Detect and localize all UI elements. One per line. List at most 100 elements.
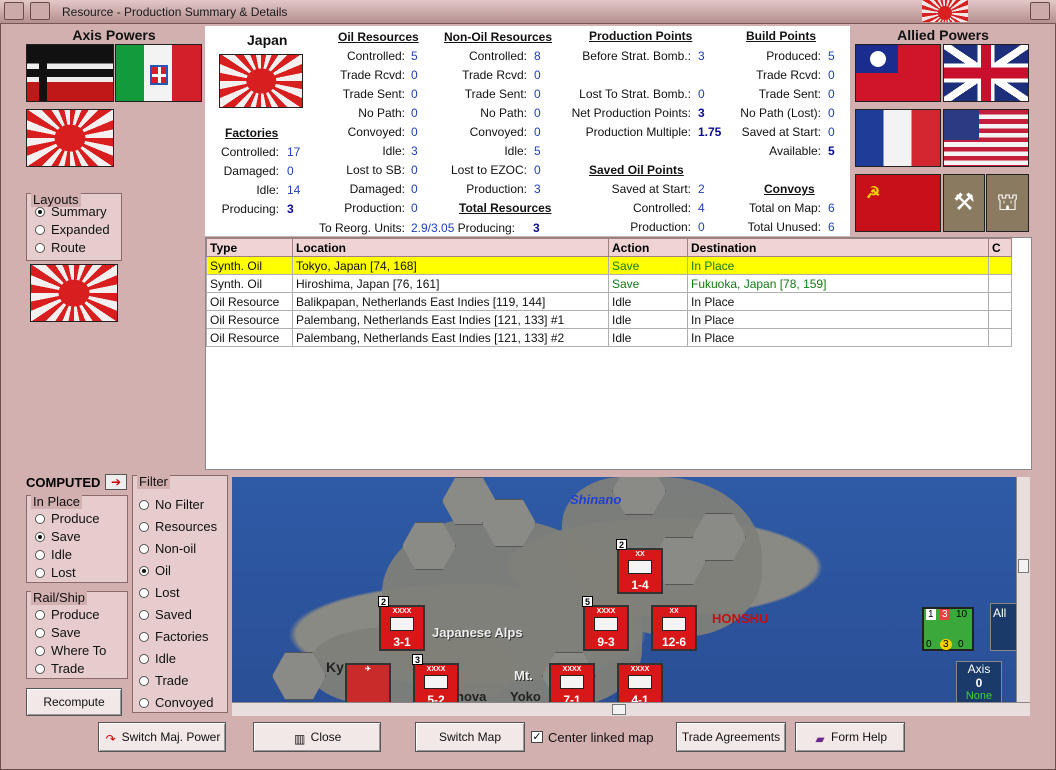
cell-action[interactable]: Idle	[608, 328, 688, 347]
col-type-header[interactable]: Type	[206, 238, 293, 257]
map-vertical-scroll-thumb[interactable]	[1018, 559, 1029, 573]
filter-radio-trade[interactable]: Trade	[139, 673, 188, 688]
filter-radio-convoyed[interactable]: Convoyed	[139, 695, 214, 710]
map-unit-counter[interactable]: 2 XX 1-4	[616, 539, 663, 594]
map-label-shinano: Shinano	[570, 492, 622, 507]
rail-where-to-radio[interactable]: Where To	[35, 643, 106, 658]
layout-expanded-radio[interactable]: Expanded	[35, 222, 110, 237]
italy-flag-icon[interactable]	[115, 44, 202, 102]
france-flag-icon[interactable]	[855, 109, 941, 167]
filter-radio-oil[interactable]: Oil	[139, 563, 171, 578]
build-row-value: 0	[828, 87, 835, 101]
filter-radio-non-oil[interactable]: Non-oil	[139, 541, 196, 556]
rail-produce-radio[interactable]: Produce	[35, 607, 99, 622]
filter-radio-lost[interactable]: Lost	[139, 585, 180, 600]
allied-air-unit-counter[interactable]: 1 3 10 0 3 0	[922, 607, 974, 651]
convoys-unused-value: 6	[828, 220, 835, 234]
rail-trade-radio[interactable]: Trade	[35, 661, 84, 676]
in-place-lost-radio[interactable]: Lost	[35, 565, 76, 580]
map-unit-counter[interactable]: 2 XXXX 3-1	[378, 596, 425, 651]
allied-info-box: All	[990, 603, 1017, 651]
in-place-idle-radio[interactable]: Idle	[35, 547, 72, 562]
cell-action[interactable]: Idle	[608, 292, 688, 311]
close-button[interactable]: ▥ Close	[253, 722, 381, 752]
rail-save-radio[interactable]: Save	[35, 625, 81, 640]
map-unit-counter[interactable]: 3 XXXX 5-2	[412, 654, 459, 702]
title-bar: Resource - Production Summary & Details	[0, 0, 1056, 24]
filter-radio-saved[interactable]: Saved	[139, 607, 192, 622]
map-label-ky: Ky	[326, 659, 344, 675]
cell-destination[interactable]: In Place	[687, 328, 989, 347]
cell-c	[988, 274, 1012, 293]
cell-destination[interactable]: In Place	[687, 256, 989, 275]
filter-radio-factories[interactable]: Factories	[139, 629, 208, 644]
center-linked-map-checkbox[interactable]: ✓	[531, 731, 543, 743]
cell-location: Balikpapan, Netherlands East Indies [119…	[292, 292, 609, 311]
factories-producing-label: Producing:	[221, 202, 279, 216]
filter-radio-resources[interactable]: Resources	[139, 519, 217, 534]
map-unit-counter[interactable]: XXXX 4-1	[617, 663, 663, 702]
map-air-unit-counter[interactable]: ✈	[345, 663, 391, 702]
japan-flag-icon[interactable]	[26, 109, 114, 167]
table-row[interactable]: Synth. Oil Tokyo, Japan [74, 168] Save I…	[206, 256, 1012, 275]
trade-agreements-button[interactable]: Trade Agreements	[676, 722, 786, 752]
cell-location: Tokyo, Japan [74, 168]	[292, 256, 609, 275]
cell-destination[interactable]: In Place	[687, 310, 989, 329]
col-destination-header[interactable]: Destination	[687, 238, 989, 257]
map-unit-counter[interactable]: 5 XXXX 9-3	[582, 596, 629, 651]
nonoil-row-value: 0	[534, 106, 541, 120]
table-row[interactable]: Synth. Oil Hiroshima, Japan [76, 161] Sa…	[206, 274, 1012, 293]
oil-row-value: 0	[411, 125, 418, 139]
oil-derrick-icon[interactable]: ⛫	[986, 174, 1029, 232]
usa-flag-icon[interactable]	[943, 109, 1029, 167]
layout-route-radio[interactable]: Route	[35, 240, 86, 255]
cell-action[interactable]: Idle	[608, 310, 688, 329]
mining-tools-icon[interactable]: ⚒	[943, 174, 985, 232]
table-row[interactable]: Oil Resource Palembang, Netherlands East…	[206, 310, 1012, 329]
total-producing-label: Producing:	[457, 221, 515, 235]
col-location-header[interactable]: Location	[292, 238, 609, 257]
map-unit-counter[interactable]: XX 12-6	[651, 605, 697, 651]
form-help-button[interactable]: ▰ Form Help	[795, 722, 905, 752]
layout-summary-radio[interactable]: Summary	[35, 204, 107, 219]
cell-action[interactable]: Save	[608, 256, 688, 275]
switch-major-power-button[interactable]: ↷ Switch Maj. Power	[98, 722, 226, 752]
computed-arrow-button[interactable]: ➔	[105, 474, 127, 490]
cell-destination[interactable]: Fukuoka, Japan [78, 159]	[687, 274, 989, 293]
china-flag-icon[interactable]	[855, 44, 941, 102]
build-row-label: Produced:	[766, 49, 821, 63]
map-label-honshu: HONSHU	[712, 611, 769, 626]
recompute-button[interactable]: Recompute	[26, 688, 122, 716]
switch-map-button[interactable]: Switch Map	[415, 722, 525, 752]
cell-c	[988, 328, 1012, 347]
map-horizontal-scrollbar[interactable]	[232, 702, 1030, 716]
nonoil-row-value: 8	[534, 49, 541, 63]
resource-details-table: Type Location Action Destination C Synth…	[205, 237, 1032, 470]
table-row[interactable]: Oil Resource Palembang, Netherlands East…	[206, 328, 1012, 347]
factories-damaged-label: Damaged:	[223, 164, 279, 178]
uk-flag-icon[interactable]	[943, 44, 1029, 102]
lost-strat-bomb-label: Lost To Strat. Bomb.:	[579, 87, 691, 101]
col-action-header[interactable]: Action	[608, 238, 688, 257]
filter-radio-idle[interactable]: Idle	[139, 651, 176, 666]
cell-destination[interactable]: In Place	[687, 292, 989, 311]
in-place-save-radio[interactable]: Save	[35, 529, 81, 544]
map-unit-counter[interactable]: XXXX 7-1	[549, 663, 595, 702]
col-c-header[interactable]: C	[988, 238, 1012, 257]
close-window-icon[interactable]	[1030, 2, 1050, 20]
map-horizontal-scroll-thumb[interactable]	[612, 704, 626, 715]
window-menu-icon[interactable]	[4, 2, 24, 20]
minimize-icon[interactable]	[30, 2, 50, 20]
ussr-flag-icon[interactable]: ☭	[855, 174, 941, 232]
filter-radio-no-filter[interactable]: No Filter	[139, 497, 204, 512]
map-vertical-scrollbar[interactable]	[1016, 477, 1030, 702]
cell-action[interactable]: Save	[608, 274, 688, 293]
linked-map[interactable]: Shinano HONSHU Japanese Alps Ky Mt. Yoko…	[232, 477, 1017, 702]
build-row-label: No Path (Lost):	[740, 106, 821, 120]
in-place-produce-radio[interactable]: Produce	[35, 511, 99, 526]
total-resources-heading: Total Resources	[459, 201, 552, 215]
germany-flag-icon[interactable]	[26, 44, 114, 102]
table-row[interactable]: Oil Resource Balikpapan, Netherlands Eas…	[206, 292, 1012, 311]
nonoil-row-label: No Path:	[480, 106, 527, 120]
before-strat-bomb-value: 3	[698, 49, 705, 63]
